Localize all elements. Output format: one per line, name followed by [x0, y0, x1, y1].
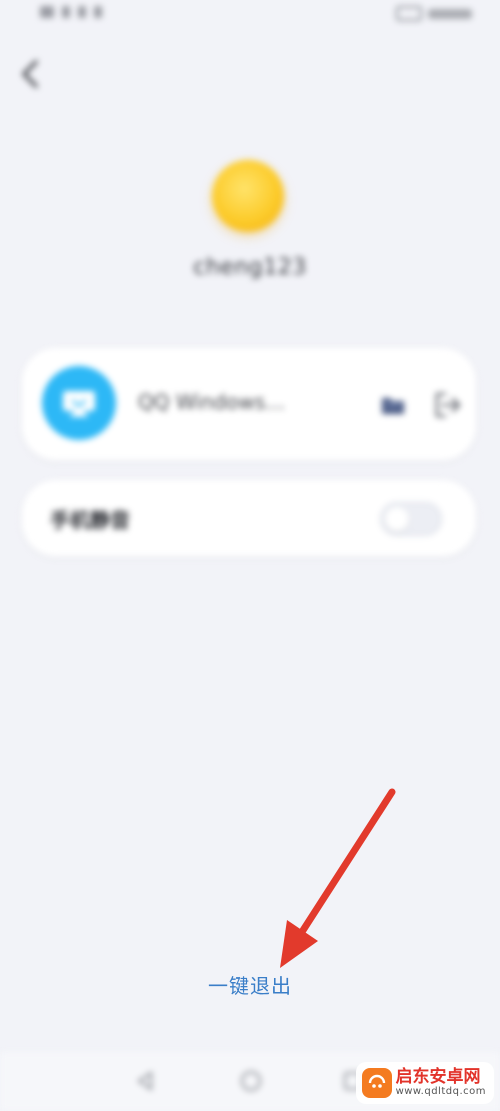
watermark: 启东安卓网 www.qdltdq.com: [355, 1062, 494, 1104]
folder-icon[interactable]: [380, 392, 406, 418]
wifi-icon: [62, 6, 70, 18]
status-bar: [0, 0, 500, 36]
username: cheng123: [193, 255, 307, 280]
device-name: QQ Windows…: [138, 390, 286, 414]
mute-setting-card: 手机静音: [22, 480, 476, 556]
toggle-knob: [385, 507, 409, 531]
chevron-left-icon: [22, 60, 38, 88]
status-icons-right: [396, 6, 472, 21]
circle-home-icon: [241, 1071, 261, 1091]
status-time: [428, 8, 472, 19]
mute-label: 手机静音: [50, 508, 130, 532]
device-card[interactable]: QQ Windows…: [22, 348, 476, 460]
qq-desktop-icon: [42, 366, 116, 440]
watermark-logo-icon: [361, 1068, 392, 1098]
nav-back-button[interactable]: [132, 1068, 158, 1094]
watermark-text: 启东安卓网 www.qdltdq.com: [395, 1066, 486, 1097]
logout-icon[interactable]: [432, 390, 464, 420]
watermark-title: 启东安卓网: [395, 1066, 481, 1087]
app-screen: cheng123 QQ Windows… 手机静音: [0, 0, 500, 1111]
signal-icon: [40, 6, 54, 18]
watermark-url: www.qdltdq.com: [395, 1085, 486, 1097]
back-button[interactable]: [14, 54, 48, 94]
avatar[interactable]: [212, 160, 284, 232]
message-icon: [94, 6, 102, 18]
logout-all-button[interactable]: 一键退出: [0, 970, 500, 999]
mute-toggle[interactable]: [380, 502, 442, 536]
notification-icon: [78, 6, 86, 18]
nav-home-button[interactable]: [238, 1068, 264, 1094]
status-icons-left: [40, 6, 102, 18]
triangle-back-icon: [137, 1071, 152, 1091]
battery-icon: [396, 6, 422, 21]
